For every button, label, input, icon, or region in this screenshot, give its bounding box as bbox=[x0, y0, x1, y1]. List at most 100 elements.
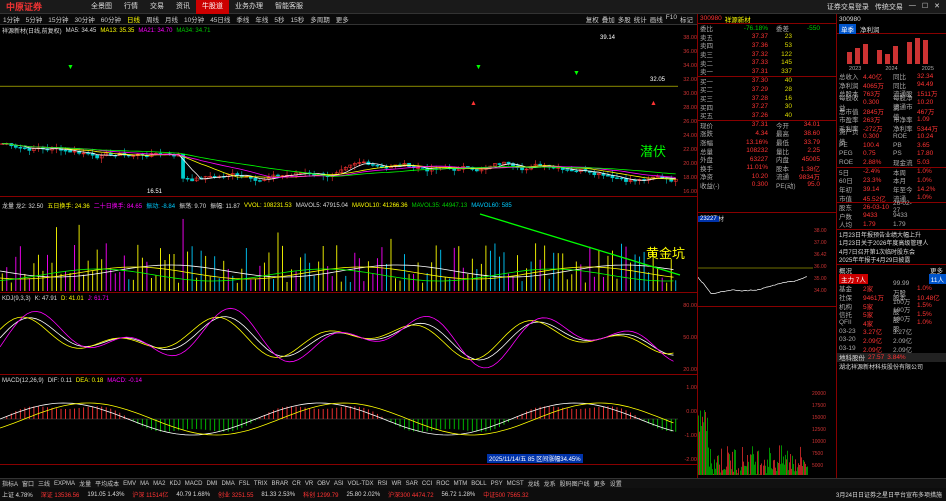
tab-net-profit[interactable]: 净利润 bbox=[860, 24, 880, 34]
ask-price[interactable]: 37.36 bbox=[726, 42, 768, 49]
macd-chart[interactable] bbox=[0, 385, 678, 463]
period-10min[interactable]: 10分钟 bbox=[181, 14, 207, 24]
indicator-tab[interactable]: 龙系 bbox=[544, 479, 556, 488]
indicator-tab[interactable]: OBV bbox=[317, 481, 330, 487]
news-item[interactable]: 1月23日关于2026年度高级管理人 bbox=[837, 238, 946, 247]
toolbar-stats[interactable]: 统计 bbox=[634, 14, 647, 24]
indicator-tab[interactable]: MCST bbox=[507, 481, 524, 487]
bid-price[interactable]: 37.30 bbox=[726, 77, 768, 84]
maximize-icon[interactable]: ☐ bbox=[922, 2, 928, 12]
indicator-tab[interactable]: MACD bbox=[185, 481, 203, 487]
indicator-tab[interactable]: PSY bbox=[491, 481, 503, 487]
nav-item-news[interactable]: 资讯 bbox=[170, 0, 196, 14]
period-5min[interactable]: 5分钟 bbox=[23, 14, 46, 24]
ask-price[interactable]: 37.33 bbox=[726, 59, 768, 66]
indicator-tab[interactable]: 三线 bbox=[38, 479, 50, 488]
mini-chart[interactable]: 祥源新材 23227 38.0037.0036.4236.0035.0034.0… bbox=[698, 212, 837, 306]
period-5s[interactable]: 5秒 bbox=[271, 14, 287, 24]
indicator-tab[interactable]: 股码图户线 bbox=[560, 479, 590, 488]
dragon-volume-chart[interactable] bbox=[0, 211, 690, 293]
indicator-tab[interactable]: VOL-TDX bbox=[348, 481, 374, 487]
ask-price[interactable]: 37.37 bbox=[726, 33, 768, 40]
indicator-tab[interactable]: 平均成本 bbox=[95, 479, 119, 488]
tab-overview[interactable]: 概况 bbox=[839, 265, 852, 275]
news-item[interactable]: 1月23日年报预告业绩大幅上升 bbox=[837, 230, 946, 239]
ask-price[interactable]: 37.31 bbox=[726, 68, 768, 75]
classic-trade-button[interactable]: 传统交易 bbox=[875, 2, 903, 12]
close-icon[interactable]: ✕ bbox=[934, 2, 940, 12]
indicator-tab[interactable]: MA2 bbox=[153, 481, 165, 487]
macd-panel[interactable]: MACD(12,26,9) DIF: 0.11 DEA: 0.18 MACD: … bbox=[0, 375, 697, 465]
indicator-tab[interactable]: DMI bbox=[206, 481, 217, 487]
period-30min[interactable]: 30分钟 bbox=[71, 14, 97, 24]
indicator-tab[interactable]: BOLL bbox=[471, 481, 486, 487]
ticker-news[interactable]: 3月24日日证券之星日平台宣布多项措施 bbox=[836, 490, 946, 499]
ask-price[interactable]: 37.32 bbox=[726, 51, 768, 58]
related-stock-name[interactable]: 地科股份 bbox=[839, 352, 865, 362]
indicator-tab[interactable]: 窗口 bbox=[22, 479, 34, 488]
indicator-tab[interactable]: MTM bbox=[454, 481, 468, 487]
toolbar-draw[interactable]: 画线 bbox=[650, 14, 663, 24]
indicator-tab[interactable]: FSL bbox=[239, 481, 250, 487]
indicator-tab[interactable]: TRIX bbox=[254, 481, 268, 487]
nav-item-service[interactable]: 智能客服 bbox=[269, 0, 309, 14]
news-item[interactable]: 2025年年报于4月29日披露 bbox=[837, 255, 946, 264]
bid-price[interactable]: 37.27 bbox=[726, 103, 768, 110]
nav-item-trade[interactable]: 交易 bbox=[144, 0, 170, 14]
nav-item-panorama[interactable]: 全景图 bbox=[85, 0, 118, 14]
toolbar-overlay[interactable]: 叠加 bbox=[602, 14, 615, 24]
indicator-tab[interactable]: RSI bbox=[378, 481, 388, 487]
trade-login-button[interactable]: 证券交易登录 bbox=[827, 2, 869, 12]
candlestick-chart[interactable]: ▼▼▼▲▲▲ bbox=[0, 35, 678, 195]
indicator-tab[interactable]: KDJ bbox=[169, 481, 180, 487]
bid-price[interactable]: 37.26 bbox=[726, 112, 768, 119]
indicator-tab[interactable]: CCI bbox=[422, 481, 432, 487]
indicator-tab[interactable]: DMA bbox=[221, 481, 234, 487]
indicator-tab[interactable]: CR bbox=[292, 481, 301, 487]
nav-item-quotes[interactable]: 行情 bbox=[118, 0, 144, 14]
nav-item-bull-stock[interactable]: 牛股道 bbox=[196, 0, 229, 14]
indicator-tab[interactable]: SAR bbox=[406, 481, 418, 487]
kdj-panel[interactable]: KDJ(9,3,3) K: 47.91 D: 41.01 J: 61.71 80… bbox=[0, 293, 697, 375]
period-more[interactable]: 更多 bbox=[333, 14, 352, 24]
tab-quarter[interactable]: 单季 bbox=[839, 23, 856, 34]
bid-price[interactable]: 37.28 bbox=[726, 95, 768, 102]
period-daily[interactable]: 日线 bbox=[124, 14, 143, 24]
tab-more[interactable]: 更多 bbox=[930, 265, 946, 275]
toolbar-f10[interactable]: F10 bbox=[666, 14, 677, 24]
period-15min[interactable]: 15分钟 bbox=[45, 14, 71, 24]
indicator-tab[interactable]: BRAR bbox=[272, 481, 289, 487]
main-kline-panel[interactable]: 祥源新材(日线,前复权) MA5: 34.45 MA13: 35.35 MA21… bbox=[0, 25, 697, 197]
period-weekly[interactable]: 周线 bbox=[143, 14, 162, 24]
news-item[interactable]: 4月7日召开第1次临时股东会 bbox=[837, 247, 946, 256]
bid-price[interactable]: 37.29 bbox=[726, 86, 768, 93]
indicator-tab[interactable]: 更多 bbox=[594, 479, 606, 488]
volume-panel[interactable]: 龙量 龙2: 32.50 五日换手: 24.36 二十日换手: 84.65 振动… bbox=[0, 197, 697, 293]
period-monthly[interactable]: 月线 bbox=[162, 14, 181, 24]
period-60min[interactable]: 60分钟 bbox=[98, 14, 124, 24]
indicator-tab[interactable]: 龙量 bbox=[79, 479, 91, 488]
nav-item-business[interactable]: 业务办理 bbox=[229, 0, 269, 14]
indicator-tab[interactable]: VR bbox=[305, 481, 313, 487]
toolbar-mark[interactable]: 标记 bbox=[680, 14, 693, 24]
toolbar-restore[interactable]: 复权 bbox=[586, 14, 599, 24]
indicator-tab[interactable]: 设置 bbox=[610, 479, 622, 488]
retail-pill[interactable]: 11人 bbox=[928, 274, 946, 285]
indicator-tab[interactable]: WR bbox=[392, 481, 402, 487]
period-multi[interactable]: 多周期 bbox=[307, 14, 333, 24]
minimize-icon[interactable]: — bbox=[909, 2, 916, 12]
indicator-tab[interactable]: ROC bbox=[436, 481, 449, 487]
period-1min[interactable]: 1分钟 bbox=[0, 14, 23, 24]
kdj-chart[interactable] bbox=[0, 303, 678, 373]
toolbar-multi[interactable]: 多股 bbox=[618, 14, 631, 24]
period-15s[interactable]: 15秒 bbox=[288, 14, 308, 24]
indicator-tab[interactable]: MA bbox=[140, 481, 149, 487]
indicator-tab[interactable]: 龙线 bbox=[528, 479, 540, 488]
period-quarter[interactable]: 季线 bbox=[233, 14, 252, 24]
indicator-tab[interactable]: 指标A bbox=[2, 479, 18, 488]
indicator-tab[interactable]: EXPMA bbox=[54, 481, 75, 487]
period-45day[interactable]: 45日线 bbox=[207, 14, 233, 24]
indicator-tab[interactable]: EMV bbox=[123, 481, 136, 487]
period-year[interactable]: 年线 bbox=[252, 14, 271, 24]
indicator-tab[interactable]: ASI bbox=[334, 481, 344, 487]
